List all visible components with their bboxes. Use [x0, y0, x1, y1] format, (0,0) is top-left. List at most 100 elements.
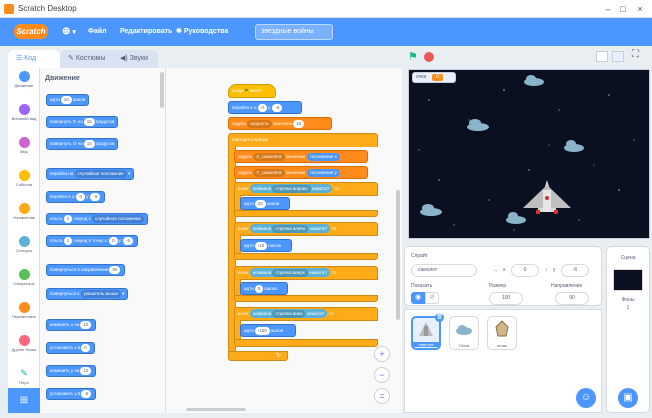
block-dropdown[interactable]: скорость [247, 120, 272, 128]
category-operators[interactable]: Операторы [8, 269, 40, 299]
show-visible-button[interactable]: ◉ [411, 292, 425, 304]
block-input[interactable]: 0 [258, 104, 267, 112]
palette-block-move[interactable]: идти 10 шагов [46, 94, 90, 106]
key-pressed-condition[interactable]: клавиша стрелка вверх нажата? [249, 268, 330, 277]
move-block[interactable]: идти 5 шагов [240, 282, 288, 295]
block-reporter[interactable]: положение x [307, 153, 340, 161]
sprite-thumb-cloud[interactable]: Cloud [449, 316, 479, 350]
set-speed-block[interactable]: задать скорость значение 10 [228, 117, 332, 130]
add-extension-button[interactable]: ⊞ [8, 388, 40, 413]
block-input[interactable]: 15 [83, 118, 95, 126]
if-right-block[interactable]: если клавиша стрелка вправо нажата? то [234, 182, 378, 196]
project-title-input[interactable]: звездные войны [255, 24, 333, 40]
zoom-reset-button[interactable]: = [374, 388, 390, 404]
block-input[interactable]: 0 [109, 237, 118, 245]
block-dropdown[interactable]: случайное положение [74, 170, 127, 178]
menu-tutorials[interactable]: ✹ Руководства [176, 18, 228, 46]
goto-xy-block[interactable]: перейти в x: 0 y: -6 [228, 101, 302, 114]
block-dropdown[interactable]: стрелка вверх [272, 269, 308, 277]
move-block[interactable]: идти -150 шагов [240, 324, 296, 337]
y-input[interactable]: -6 [561, 264, 589, 277]
direction-input[interactable]: 90 [555, 292, 589, 305]
sprite-thumb-airplane[interactable]: самолет 🗑 [411, 313, 444, 350]
block-input[interactable]: 1 [63, 237, 73, 245]
script-vertical-scrollbar[interactable] [396, 190, 400, 320]
key-pressed-condition[interactable]: клавиша стрелка вниз нажата? [249, 309, 328, 318]
category-events[interactable]: События [8, 170, 40, 200]
block-input[interactable]: -6 [272, 104, 283, 112]
category-control[interactable]: Управление [8, 203, 40, 233]
zoom-in-button[interactable]: + [374, 346, 390, 362]
block-input[interactable]: 10 [60, 96, 72, 104]
palette-block-change-y[interactable]: изменить y на 10 [46, 365, 97, 377]
palette-block-turn-left[interactable]: повернуть ↺ на 15 градусов [46, 138, 119, 150]
delete-sprite-button[interactable]: 🗑 [435, 313, 444, 322]
palette-scrollbar[interactable] [160, 72, 164, 108]
key-pressed-condition[interactable]: клавиша стрелка влево нажата? [249, 224, 330, 233]
block-input[interactable]: -6 [81, 390, 92, 398]
category-sensing[interactable]: Сенсоры [8, 236, 40, 266]
key-pressed-condition[interactable]: клавиша стрелка вправо нажата? [249, 184, 333, 193]
palette-block-turn-right[interactable]: повернуть ↻ на 15 градусов [46, 116, 119, 128]
block-input[interactable]: 0 [81, 344, 90, 352]
if-left-block[interactable]: если клавиша стрелка влево нажата? то [234, 222, 378, 236]
close-icon[interactable]: × [634, 3, 646, 15]
category-motion[interactable]: Движение [8, 71, 40, 101]
set-x-plane-block[interactable]: задать X_самолета значение положение x [234, 150, 368, 163]
menu-edit[interactable]: Редактировать [120, 18, 172, 46]
category-variables[interactable]: Переменные [8, 302, 40, 332]
score-monitor[interactable]: очки 0 [412, 72, 456, 83]
move-block[interactable]: идти -10 шагов [240, 239, 292, 252]
zoom-out-button[interactable]: − [374, 367, 390, 383]
category-my-blocks[interactable]: Другие блоки [8, 335, 40, 365]
choose-sprite-button[interactable]: ☺ [576, 388, 596, 408]
block-input[interactable]: 5 [254, 285, 264, 293]
block-input[interactable]: -6 [123, 237, 134, 245]
block-input[interactable]: 0 [76, 193, 85, 201]
block-input[interactable]: -10 [254, 242, 268, 250]
palette-block-goto[interactable]: перейти на случайное положение ▾ [46, 168, 135, 180]
script-horizontal-scrollbar[interactable] [186, 408, 246, 411]
block-dropdown[interactable]: X_самолета [253, 153, 285, 161]
palette-block-glide[interactable]: плыть 1 секунд к случайное положение [46, 213, 149, 225]
category-looks[interactable]: Внешний вид [8, 104, 40, 134]
palette-block-glide-xy[interactable]: плыть 1 секунд в точку x: 0 y: -6 [46, 235, 139, 247]
stop-button[interactable] [424, 52, 434, 62]
block-input[interactable]: 10 [254, 200, 266, 208]
palette-block-point-direction[interactable]: повернуться в направлении 90 [46, 264, 126, 276]
sprite-name-input[interactable]: самолет [411, 264, 477, 277]
tab-sounds[interactable]: ◀) Звуки [112, 50, 158, 68]
block-dropdown[interactable]: стрелка влево [272, 225, 309, 233]
choose-backdrop-button[interactable]: ▣ [618, 388, 638, 408]
block-dropdown[interactable]: стрелка вниз [272, 310, 306, 318]
block-dropdown[interactable]: Y_самолета [253, 169, 285, 177]
if-down-block[interactable]: если клавиша стрелка вниз нажата? то [234, 307, 378, 321]
block-input[interactable]: 15 [83, 140, 95, 148]
sprite-thumb-fire[interactable]: огонь [487, 316, 517, 350]
scratch-logo[interactable]: Scratch [14, 24, 48, 39]
forever-block[interactable]: повторять всегда [228, 133, 378, 147]
green-flag-button[interactable]: ⚑ [408, 51, 420, 63]
maximize-icon[interactable]: □ [617, 3, 629, 15]
tab-code[interactable]: ☰ Код [8, 50, 60, 68]
palette-block-change-x[interactable]: изменить x на 10 [46, 319, 97, 331]
show-hidden-button[interactable]: ⊘ [425, 292, 439, 304]
block-dropdown[interactable]: стрелка вправо [272, 185, 311, 193]
large-stage-button[interactable] [612, 51, 624, 62]
palette-block-point-towards[interactable]: повернуться к указатель мыши ▾ [46, 288, 129, 300]
language-menu[interactable]: ⊕ ▾ [62, 18, 76, 46]
size-input[interactable]: 100 [489, 292, 523, 305]
set-y-plane-block[interactable]: задать Y_самолета значение положение y [234, 166, 368, 179]
when-flag-clicked-block[interactable]: когда ⚑ нажат [228, 84, 276, 98]
category-sound[interactable]: Звук [8, 137, 40, 167]
move-block[interactable]: идти 10 шагов [240, 197, 290, 210]
block-input[interactable]: 10 [80, 367, 92, 375]
palette-block-set-y[interactable]: установить у в -6 [46, 388, 97, 400]
block-input[interactable]: -150 [254, 327, 270, 335]
block-reporter[interactable]: положение y [307, 169, 340, 177]
x-input[interactable]: 0 [511, 264, 539, 277]
block-dropdown[interactable]: случайное положение [91, 215, 145, 223]
block-dropdown[interactable]: указатель мыши [80, 290, 121, 298]
block-input[interactable]: 10 [293, 120, 305, 128]
palette-block-goto-xy[interactable]: перейти в x: 0 y: -6 [46, 191, 106, 203]
